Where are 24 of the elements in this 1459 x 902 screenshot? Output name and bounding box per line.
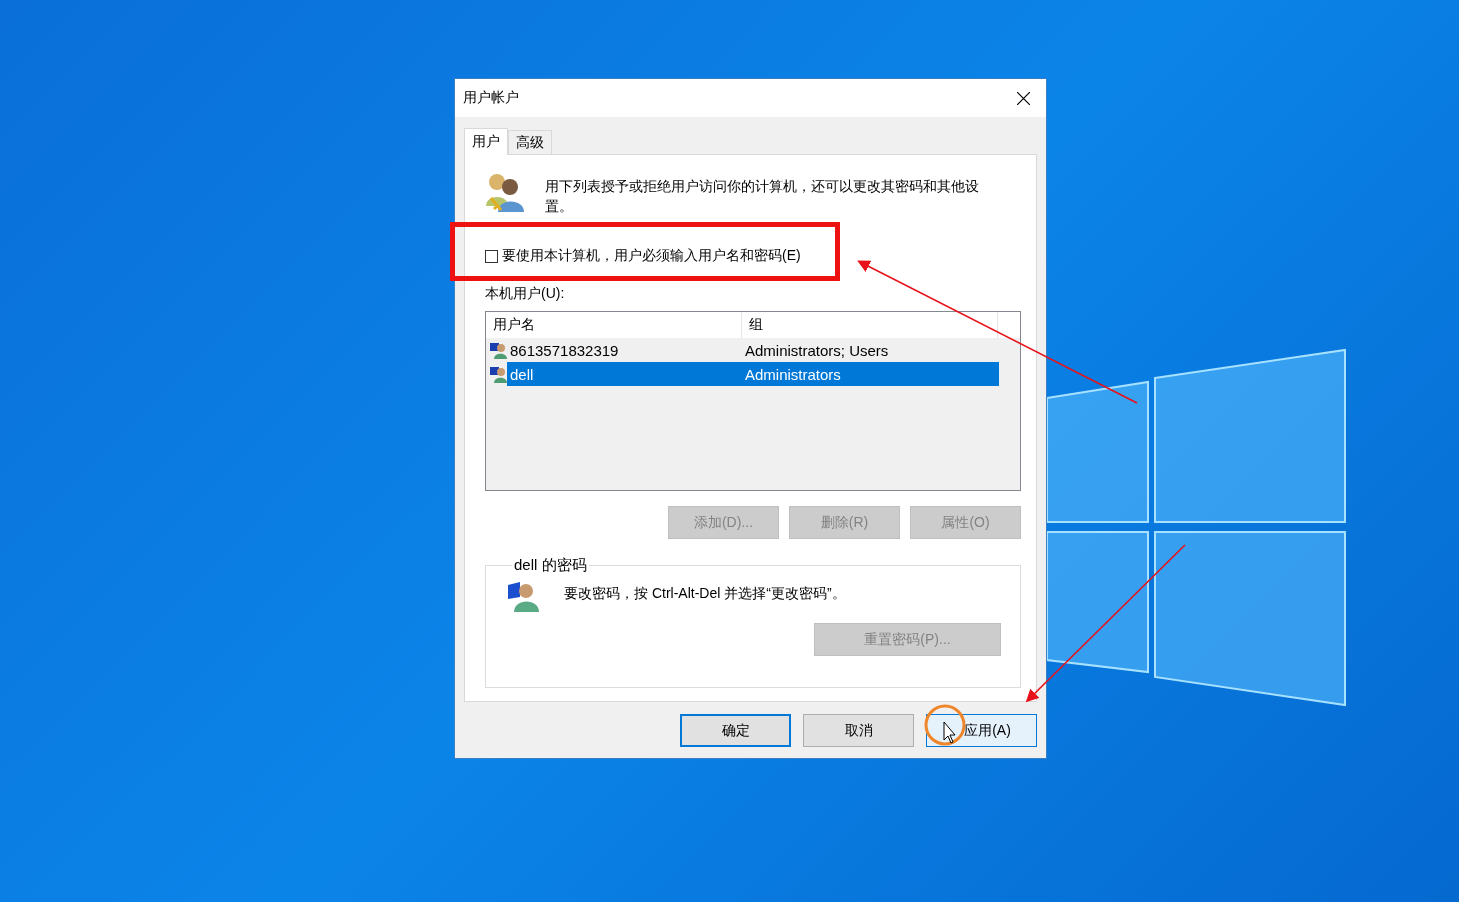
user-computer-icon — [506, 579, 540, 613]
dialog-button[interactable]: 确定 — [680, 714, 791, 747]
group-title: dell 的密码 — [513, 556, 588, 575]
group-cell[interactable]: Administrators — [742, 362, 999, 386]
list-label: 本机用户(U): — [485, 285, 566, 303]
user-computer-icon — [490, 341, 507, 359]
dialog-button[interactable]: 取消 — [803, 714, 914, 747]
window-title: 用户帐户 — [463, 89, 519, 107]
column-header[interactable]: 组 — [742, 312, 998, 338]
checkbox-label: 要使用本计算机，用户必须输入用户名和密码(E) — [502, 247, 801, 265]
users-key-icon — [485, 172, 525, 214]
tab[interactable]: 用户 — [464, 128, 508, 155]
column-header[interactable]: 用户名 — [486, 312, 742, 338]
user-name-cell[interactable]: 8613571832319 — [507, 338, 742, 362]
checkbox[interactable] — [485, 249, 498, 263]
cursor-icon — [943, 721, 956, 744]
user-computer-icon — [490, 365, 507, 383]
user-name-cell[interactable]: dell — [507, 362, 742, 386]
tab[interactable]: 高级 — [508, 130, 552, 154]
intro-text: 用下列表授予或拒绝用户访问你的计算机，还可以更改其密码和其他设置。 — [545, 177, 980, 216]
group-cell[interactable]: Administrators; Users — [742, 338, 999, 362]
close-icon — [1016, 91, 1030, 105]
password-hint: 要改密码，按 Ctrl-Alt-Del 并选择“更改密码”。 — [564, 585, 846, 603]
click-circle — [924, 704, 966, 746]
